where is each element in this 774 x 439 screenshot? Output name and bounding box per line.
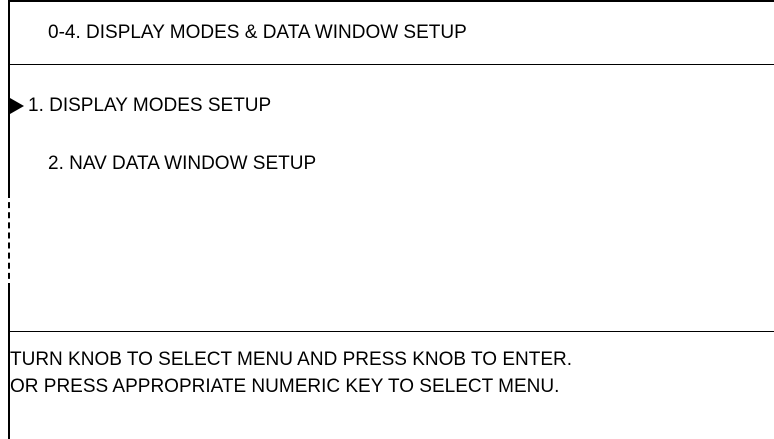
display-modes-menu-screen: 0-4. DISPLAY MODES & DATA WINDOW SETUP 1… <box>0 0 774 439</box>
instruction-line-2: OR PRESS APPROPRIATE NUMERIC KEY TO SELE… <box>10 376 560 397</box>
frame-top-border <box>8 0 774 2</box>
triangle-right-icon <box>10 95 24 114</box>
footer-divider <box>8 331 774 332</box>
instruction-line-1: TURN KNOB TO SELECT MENU AND PRESS KNOB … <box>10 349 573 370</box>
menu-item-label: 1. DISPLAY MODES SETUP <box>28 95 272 116</box>
menu-item-nav-data-window-setup[interactable]: 2. NAV DATA WINDOW SETUP <box>48 153 316 175</box>
instructions-text: TURN KNOB TO SELECT MENU AND PRESS KNOB … <box>10 346 572 400</box>
menu-item-display-modes-setup[interactable]: 1. DISPLAY MODES SETUP <box>28 95 271 117</box>
page-title: 0-4. DISPLAY MODES & DATA WINDOW SETUP <box>48 22 467 43</box>
title-divider <box>8 64 774 65</box>
menu-item-label: 2. NAV DATA WINDOW SETUP <box>48 153 317 174</box>
frame-left-dashed-border <box>8 192 10 289</box>
